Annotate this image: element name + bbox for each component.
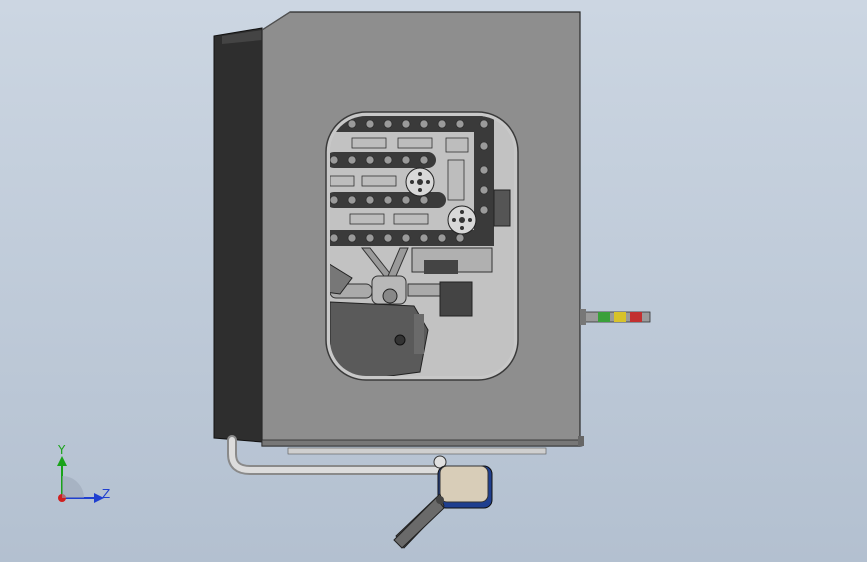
foot-pedal[interactable] [393,465,493,549]
triad-z-label: Z [102,487,110,501]
cad-viewport[interactable]: Y Z [0,0,867,562]
conveyor-mechanism [330,116,514,376]
machine-side-panel[interactable] [213,27,263,443]
stack-light[interactable] [580,309,651,325]
triad-y-label: Y [57,443,66,457]
coordinate-triad: Y Z [57,443,110,503]
